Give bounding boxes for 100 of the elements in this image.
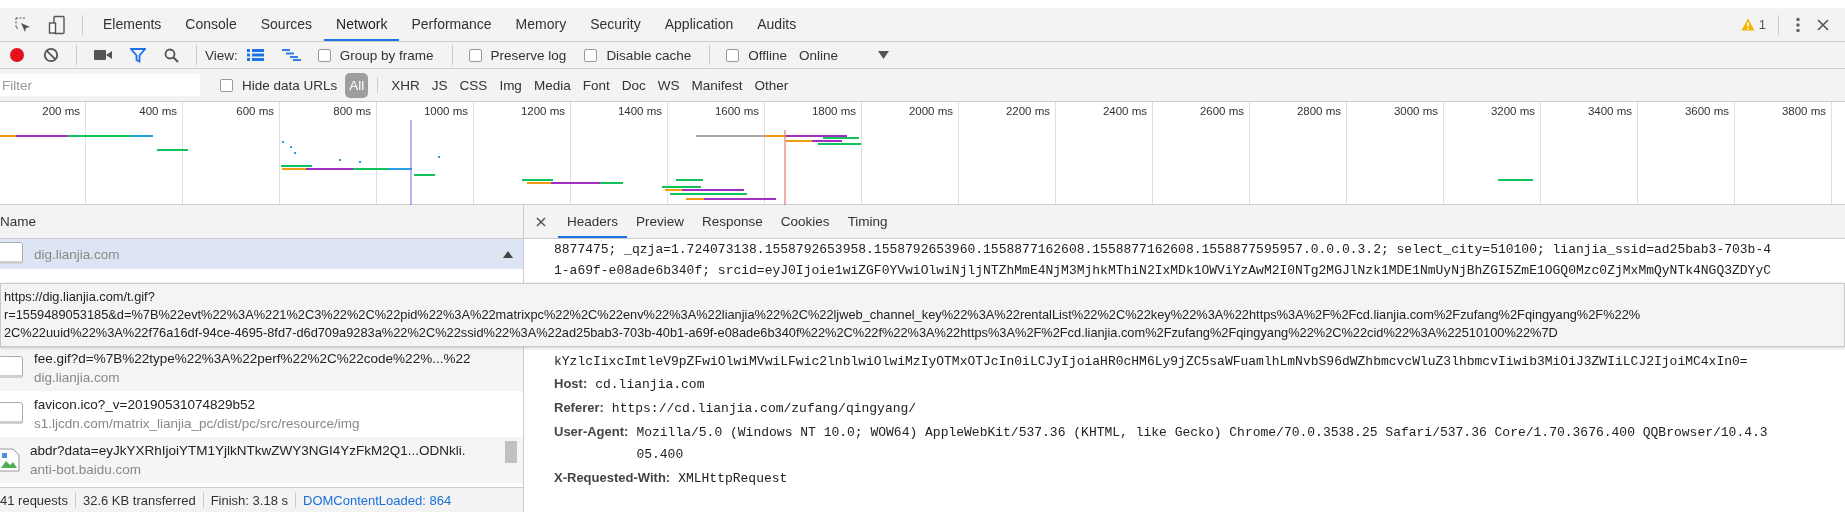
request-name: abdr?data=eyJkYXRhIjoiYTM1YjlkNTkwZWY3NGI4YzFkM2Q1...ODNkli. (30, 442, 466, 460)
type-filter[interactable]: Media (529, 75, 575, 95)
document-icon (0, 402, 24, 426)
caret-icon[interactable] (878, 51, 889, 59)
header-value: https://cd.lianjia.com/zufang/qingyang/ (611, 400, 917, 418)
detail-tab[interactable]: Timing (838, 205, 897, 238)
type-filter[interactable]: Other (750, 75, 793, 95)
dom-loaded-time: DOMContentLoaded: 864 (303, 492, 452, 508)
time-tick-label: 3000 ms (1393, 105, 1438, 117)
checkbox-label: Hide data URLs (242, 77, 338, 93)
time-tick-label: 600 ms (236, 105, 274, 117)
time-tick-label: 3200 ms (1490, 105, 1535, 117)
status-text: 32.6 KB transferred (82, 492, 196, 508)
request-domain: dig.lianjia.com (34, 369, 121, 387)
time-tick-label: 1600 ms (714, 105, 759, 117)
scrollbar-thumb[interactable] (505, 441, 517, 463)
header-value: 8877475; _qzja=1.724073138.1558792653958.1558792653960.1558877162608.1558877162608.1558877595957.0.0.0.3.2; select_city=510100; lianjia_ssid=ad25bab3-703b-4 (554, 241, 1772, 259)
checkbox[interactable] (584, 48, 598, 62)
request-name: favicon.ico?_v=20190531074829b52 (34, 396, 257, 414)
panel-tab[interactable]: Console (173, 8, 249, 41)
request-domain: anti-bot.baidu.com (30, 461, 143, 479)
type-filter[interactable]: CSS (455, 75, 492, 95)
header-value: 1-a69f-e08ade6b340f; srcid=eyJ0Ijoie1wiZGF0YVwiOlwiNjljNTZhMmE4NjM3MjhkMThiN2IxMDk1OWViYzAwM2I0NTg2MGJlNzk1MDE1NmUyNjBhZGI5ZmE1OGQ0Mzc0ZjMxMmQyNTk4NGQ3ZDYyC (554, 262, 1772, 280)
clear-icon[interactable] (43, 47, 59, 63)
time-tick-label: 1200 ms (520, 105, 565, 117)
document-icon (0, 242, 24, 266)
time-tick-label: 2200 ms (1005, 105, 1050, 117)
checkbox[interactable] (220, 78, 233, 92)
checkbox[interactable] (726, 48, 740, 62)
type-filter[interactable]: Font (578, 75, 614, 95)
header-name: Host: (554, 375, 588, 393)
type-filter[interactable]: WS (653, 75, 684, 95)
filter-icon[interactable] (130, 47, 146, 63)
type-filter[interactable]: XHR (387, 75, 424, 95)
panel-tab[interactable]: Application (652, 8, 746, 41)
tooltip-text: 2C%22uuid%22%3A%22f76a16df-94ce-4695-8fd7-d6d709a9283a%22%2C%22ssid%22%3A%22ad25bab3-703b-40b1-a69f-e08ade6b340f%22%2C%22f%22%3A%22https%3A%2F%2Fcd.lianjia.com%2Fzufang%2Fqingyang%22%2C%22cid%22%3A%22510100%22%7D (4, 324, 1558, 342)
detail-tab[interactable]: Preview (627, 205, 694, 238)
header-name: Referer: (554, 399, 604, 417)
time-tick-label: 1400 ms (617, 105, 662, 117)
request-row[interactable]: abdr?data=eyJkYXRhIjoiYTM1YjlkNTkwZWY3NGI4YzFkM2Q1...ODNkli. anti-bot.baidu.com (0, 437, 523, 483)
type-filter[interactable]: Manifest (687, 75, 747, 95)
time-tick-label: 3600 ms (1684, 105, 1729, 117)
close-icon[interactable] (1817, 18, 1829, 31)
panel-tab[interactable]: Elements (91, 8, 174, 41)
panel-tab[interactable]: Audits (745, 8, 809, 41)
tooltip-text: r=1559489053185&d=%7B%22evt%22%3A%221%2C3%22%2C%22pid%22%3A%22matrixpc%22%2C%22env%22%3A%22lianjia%22%2C%22ljweb_channel_key%22%3A%22rentalList%22%2C%22key%22%3A%22https%3A%2F%2Fcd.lianjia.com%2Fzufang%2Fqingyang%2F%22% (4, 306, 1641, 324)
throttling-select[interactable]: Online (798, 47, 838, 63)
header-value: 05.400 (636, 446, 685, 464)
search-icon[interactable] (164, 47, 179, 63)
detail-tab[interactable]: Headers (558, 205, 628, 238)
checkbox-label: Offline (748, 47, 787, 63)
detail-tab[interactable]: Response (693, 205, 772, 238)
filter-field[interactable]: Filter (0, 74, 200, 96)
time-tick-label: 3400 ms (1587, 105, 1632, 117)
column-header[interactable]: Name (0, 214, 36, 229)
list-view-icon[interactable] (246, 49, 264, 61)
panel-tab[interactable]: Sources (248, 8, 325, 41)
time-tick-label: 1800 ms (811, 105, 856, 117)
checkbox[interactable] (317, 48, 331, 62)
header-name: User-Agent: (554, 423, 629, 441)
time-tick-label: 200 ms (42, 105, 80, 117)
checkbox[interactable] (468, 48, 482, 62)
request-domain: s1.ljcdn.com/matrix_lianjia_pc/dist/pc/src/resource/img (34, 415, 360, 433)
panel-tab[interactable]: Memory (503, 8, 579, 41)
header-value: XMLHttpRequest (678, 470, 788, 488)
time-tick-label: 2800 ms (1296, 105, 1341, 117)
type-filter[interactable]: Doc (617, 75, 650, 95)
waterfall-icon[interactable] (281, 49, 301, 61)
checkbox-label: Group by frame (339, 47, 434, 63)
scroll-up-icon[interactable] (503, 251, 513, 258)
close-icon[interactable] (536, 216, 546, 227)
checkbox-label: Disable cache (606, 47, 692, 63)
broken-image-icon (0, 448, 20, 472)
time-tick-label: 1000 ms (423, 105, 468, 117)
warning-icon (1740, 18, 1755, 31)
view-label: View: (205, 47, 238, 63)
inspect-icon[interactable] (14, 15, 32, 34)
time-tick-label: 2000 ms (908, 105, 953, 117)
header-value: kYzlcIixcImtleV9pZFwiOlwiMVwiLFwic2lnblwiOlwiMzIyOTMxOTJcIn0iLCJyIjoiaHR0cHM6Ly9jZC5saWFuamlhLmNvbS96dWZhbmcvcWluZ3lhbmcvIiwib3MiOiJ3ZWIiLCJ2IjoiMC4xIn0= (554, 353, 1749, 371)
record-button[interactable] (9, 47, 25, 63)
document-icon (0, 356, 24, 380)
status-text: 41 requests (0, 492, 68, 508)
warning-count[interactable]: 1 (1758, 17, 1766, 32)
request-name: fee.gif?d=%7B%22type%22%3A%22perf%22%2C%22code%22%...%22 (34, 350, 471, 368)
status-text: Finish: 3.18 s (210, 492, 288, 508)
panel-tab[interactable]: Security (578, 8, 653, 41)
panel-tab[interactable]: Performance (399, 8, 504, 41)
request-row[interactable]: fee.gif?d=%7B%22type%22%3A%22perf%22%2C%22code%22%...%22 dig.lianjia.com (0, 345, 523, 391)
checkbox-label: Preserve log (490, 47, 567, 63)
type-filter[interactable]: JS (427, 75, 452, 95)
time-tick-label: 800 ms (333, 105, 371, 117)
time-tick-label: 3800 ms (1781, 105, 1826, 117)
device-icon[interactable] (48, 14, 66, 35)
detail-tab[interactable]: Cookies (771, 205, 839, 238)
header-value: cd.lianjia.com (595, 376, 705, 394)
tooltip-text: https://dig.lianjia.com/t.gif? (4, 288, 155, 306)
time-tick-label: 2600 ms (1199, 105, 1244, 117)
camera-icon[interactable] (94, 49, 112, 61)
more-icon[interactable] (1795, 16, 1801, 33)
type-filter[interactable]: Img (495, 75, 526, 95)
